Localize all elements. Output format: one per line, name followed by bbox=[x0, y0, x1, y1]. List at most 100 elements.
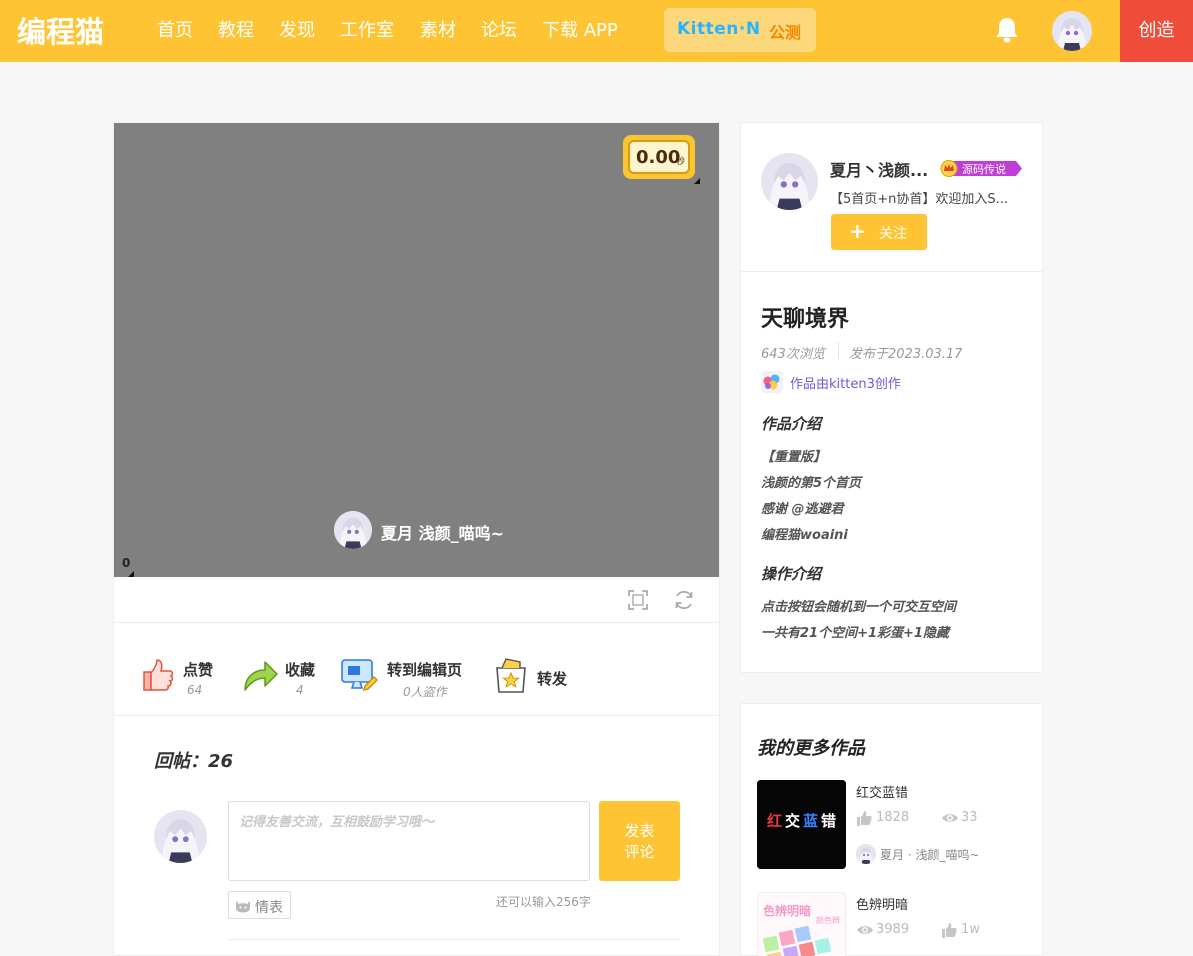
collect-label: 收藏 bbox=[285, 661, 316, 679]
like-button[interactable]: 点赞 64 bbox=[138, 656, 228, 700]
svg-text:交: 交 bbox=[785, 812, 800, 830]
ops-line: 一共有21个空间+1彩蛋+1隐藏 bbox=[761, 626, 949, 641]
more-work-author-name: 夏月 · 浅颜_喵呜~ bbox=[880, 848, 980, 862]
work-info-card: 夏月丶浅颜... 源码传说 【5首页+n协首】欢迎加入S... + 关注 天聊境… bbox=[740, 122, 1043, 673]
kitten-n-badge[interactable]: Kitten·N 公测 bbox=[664, 8, 816, 52]
timer-widget: 0.00 秒 bbox=[623, 135, 695, 179]
eye-icon bbox=[942, 814, 958, 822]
open-in-editor-label: 转到编辑页 bbox=[387, 661, 463, 679]
share-box-icon bbox=[492, 656, 530, 694]
top-nav: 编程猫 首页 教程 发现 工作室 素材 论坛 下载 APP Kitten·N 公… bbox=[0, 0, 1193, 62]
open-in-editor-button[interactable]: 转到编辑页 0人盗作 bbox=[340, 656, 470, 700]
more-work-title[interactable]: 色辨明暗 bbox=[856, 894, 908, 913]
svg-text:编程猫: 编程猫 bbox=[17, 15, 104, 49]
like-count: 64 bbox=[187, 683, 203, 697]
intro-line: 浅颜的第5个首页 bbox=[761, 476, 862, 491]
nav-item-discover[interactable]: 发现 bbox=[279, 19, 315, 43]
nav-item-tutorial[interactable]: 教程 bbox=[218, 19, 254, 43]
nav-item-material[interactable]: 素材 bbox=[420, 19, 456, 43]
meta-separator bbox=[838, 342, 839, 359]
author-name[interactable]: 夏月丶浅颜... bbox=[830, 157, 928, 181]
comment-user-avatar bbox=[154, 810, 207, 863]
intro-line: 【重置版】 bbox=[761, 450, 827, 465]
editor-icon bbox=[340, 656, 378, 694]
site-logo[interactable]: 编程猫 bbox=[17, 11, 129, 51]
timer-unit: 秒 bbox=[676, 157, 686, 167]
cat-face-icon bbox=[236, 901, 250, 913]
author-avatar[interactable] bbox=[761, 153, 818, 210]
legend-badge-label: 源码传说 bbox=[962, 163, 1006, 176]
legend-badge: 源码传说 bbox=[940, 159, 1022, 178]
kitten-n-beta-label: 公测 bbox=[769, 23, 802, 42]
work-thumbnail[interactable]: 色辨明暗 颜色辨 bbox=[757, 892, 846, 956]
collect-button[interactable]: 收藏 4 bbox=[241, 656, 331, 700]
svg-text:颜色辨: 颜色辨 bbox=[816, 915, 840, 925]
corner-marker bbox=[694, 178, 700, 184]
create-button[interactable]: 创造 bbox=[1120, 0, 1193, 62]
follow-button[interactable]: + 关注 bbox=[831, 214, 927, 250]
intro-heading: 作品介绍 bbox=[761, 415, 822, 433]
svg-text:色辨明暗: 色辨明暗 bbox=[763, 903, 811, 918]
reply-count-title: 回帖：26 bbox=[154, 751, 234, 772]
ops-heading: 操作介绍 bbox=[761, 565, 822, 583]
post-comment-label-line2: 评论 bbox=[624, 843, 655, 861]
svg-text:错: 错 bbox=[821, 812, 836, 830]
stage-counter-label: 0 bbox=[122, 556, 131, 570]
thumbs-up-icon bbox=[857, 811, 872, 826]
svg-text:蓝: 蓝 bbox=[803, 812, 818, 830]
user-avatar[interactable] bbox=[1052, 11, 1092, 51]
emoji-label: 情表 bbox=[255, 900, 283, 916]
collect-count: 4 bbox=[296, 683, 304, 697]
more-work-views: 3989 bbox=[856, 922, 926, 940]
thumbs-up-icon bbox=[942, 923, 957, 938]
more-work-title[interactable]: 红交蓝错 bbox=[856, 782, 908, 801]
nav-item-home[interactable]: 首页 bbox=[157, 19, 193, 43]
share-label: 转发 bbox=[537, 670, 568, 688]
more-work-likes: 1828 bbox=[856, 810, 916, 828]
game-stage[interactable]: 0.00 秒 0 夏月 浅颜_喵呜~ bbox=[114, 123, 719, 577]
nav-item-download-app[interactable]: 下载 APP bbox=[542, 19, 618, 43]
like-hand-icon bbox=[138, 656, 176, 694]
stage-author-avatar bbox=[334, 511, 372, 549]
collect-arrow-icon bbox=[241, 656, 279, 694]
comment-input[interactable] bbox=[228, 801, 590, 881]
intro-line: 编程猫woaini bbox=[761, 528, 848, 543]
nav-item-studio[interactable]: 工作室 bbox=[340, 19, 394, 43]
fullscreen-icon[interactable] bbox=[627, 589, 649, 611]
made-by-label: 作品由kitten3创作 bbox=[790, 377, 901, 392]
bell-icon[interactable] bbox=[994, 16, 1020, 44]
restart-icon[interactable] bbox=[673, 589, 695, 611]
work-title: 天聊境界 bbox=[761, 307, 850, 332]
post-comment-button[interactable]: 发表 评论 bbox=[599, 801, 680, 881]
eye-icon bbox=[857, 926, 873, 934]
more-work-likes: 1w bbox=[941, 922, 1001, 940]
work-thumbnail[interactable]: 红 交 蓝 错 bbox=[757, 780, 846, 869]
char-count: 还可以输入256字 bbox=[496, 895, 591, 909]
player-card: 0.00 秒 0 夏月 浅颜_喵呜~ 点赞 64 收藏 4 转到编辑页 0人盗作… bbox=[113, 122, 720, 956]
emoji-button[interactable]: 情表 bbox=[228, 891, 291, 919]
work-actions: 点赞 64 收藏 4 转到编辑页 0人盗作 转发 bbox=[114, 623, 719, 716]
publish-date: 发布于2023.03.17 bbox=[849, 347, 963, 362]
more-work-author-avatar bbox=[856, 844, 876, 864]
divider bbox=[741, 271, 1042, 272]
kitten3-icon bbox=[761, 371, 783, 393]
stage-author-name: 夏月 浅颜_喵呜~ bbox=[381, 524, 504, 543]
nav-item-forum[interactable]: 论坛 bbox=[481, 19, 517, 43]
like-label: 点赞 bbox=[183, 661, 214, 679]
plus-icon: + bbox=[849, 219, 866, 243]
svg-text:红: 红 bbox=[767, 812, 782, 830]
more-work-views: 33 bbox=[941, 810, 1001, 828]
follow-label: 关注 bbox=[879, 226, 907, 242]
timer-value: 0.00 bbox=[636, 147, 681, 168]
stage-toolbar bbox=[114, 577, 719, 623]
ops-line: 点击按钮会随机到一个可交互空间 bbox=[761, 600, 957, 615]
divider bbox=[228, 939, 680, 940]
post-comment-label-line1: 发表 bbox=[624, 822, 655, 840]
author-desc: 【5首页+n协首】欢迎加入S... bbox=[830, 192, 1009, 207]
more-works-card: 我的更多作品 红 交 蓝 错 红交蓝错 1828 33 夏月 · 浅颜_喵呜~ … bbox=[740, 703, 1043, 956]
kitten-n-label: Kitten·N bbox=[677, 19, 761, 39]
intro-line: 感谢 @逃避君 bbox=[761, 502, 844, 517]
more-works-title: 我的更多作品 bbox=[757, 738, 865, 759]
plagiarism-count: 0人盗作 bbox=[403, 685, 447, 699]
share-button[interactable]: 转发 bbox=[492, 656, 582, 700]
